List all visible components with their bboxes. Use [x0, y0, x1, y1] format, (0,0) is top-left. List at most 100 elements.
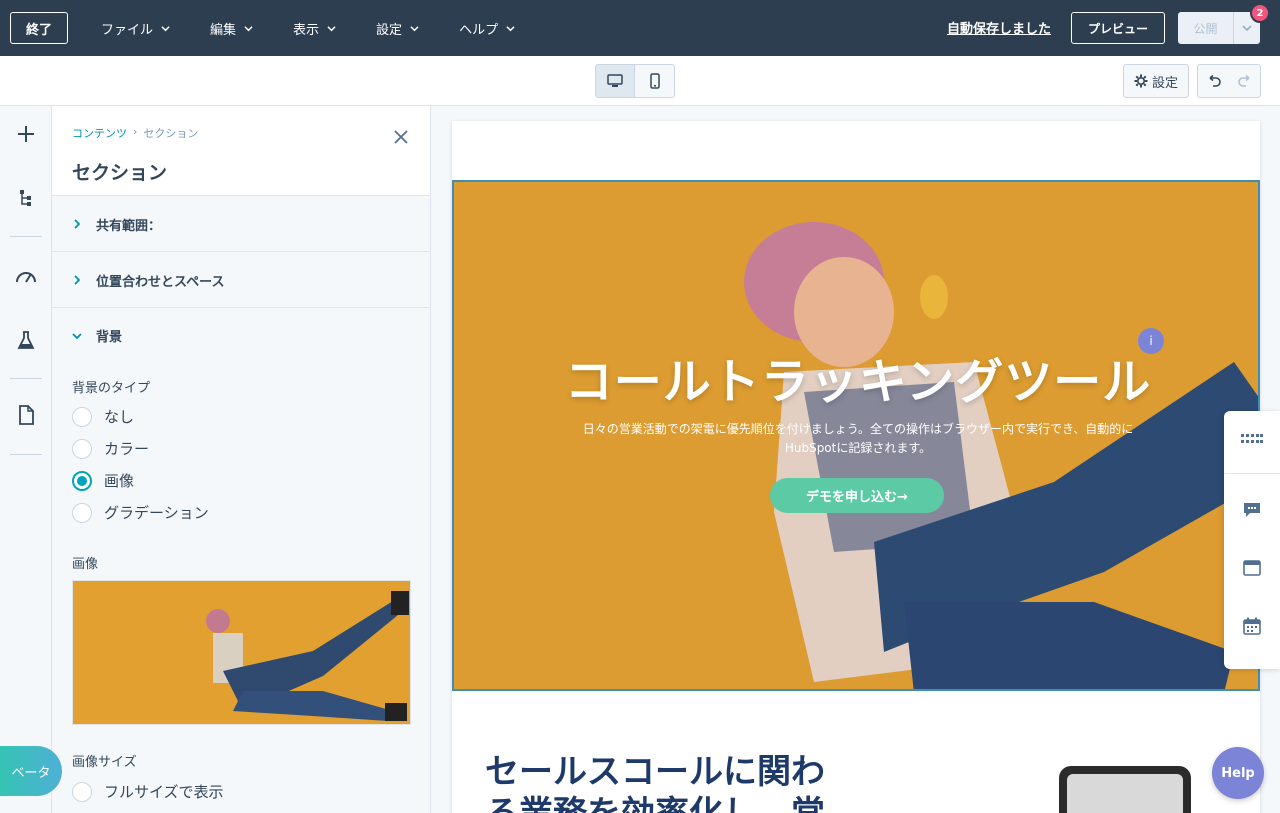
accordion-label: 位置合わせとスペース: [96, 274, 225, 290]
mobile-view-button[interactable]: [635, 65, 674, 97]
hero-subtitle-line2: HubSpotに記録されます。: [784, 441, 932, 455]
preview-window-button[interactable]: [1240, 556, 1264, 580]
breadcrumb: コンテンツ › セクション: [72, 125, 198, 141]
accordion-alignment-spacing[interactable]: 位置合わせとスペース: [52, 253, 430, 308]
accordion-label: 共有範囲：: [96, 218, 162, 234]
rail-divider: [10, 454, 42, 455]
phone-screen: [1067, 774, 1183, 813]
calendar-icon: [1243, 617, 1261, 635]
layout-tree-button[interactable]: [13, 185, 39, 211]
radio-label: フルサイズで表示: [104, 783, 224, 801]
rail-divider: [10, 236, 42, 237]
publish-button[interactable]: 公開: [1178, 12, 1233, 44]
hero-subtitle[interactable]: 日々の営業活動での架電に優先順位を付けましょう。全ての操作はブラウザー内で実行で…: [554, 420, 1162, 458]
menu-view-label: 表示: [293, 22, 320, 38]
close-icon[interactable]: [392, 128, 410, 146]
page-canvas: コールトラッキングツール i 日々の営業活動での架電に優先順位を付けましょう。全…: [431, 106, 1280, 813]
breadcrumb-contents-link[interactable]: コンテンツ: [72, 125, 127, 141]
redo-button[interactable]: [1229, 65, 1260, 97]
undo-redo-group: [1197, 64, 1261, 98]
comments-button[interactable]: [1240, 498, 1264, 522]
radio-label: 画像: [104, 472, 135, 490]
chevron-right-icon: [74, 275, 81, 285]
hero-section[interactable]: コールトラッキングツール i 日々の営業活動での架電に優先順位を付けましょう。全…: [452, 180, 1260, 691]
breadcrumb-separator: ›: [133, 125, 138, 138]
calendar-button[interactable]: [1240, 614, 1264, 638]
menu-settings-label: 設定: [376, 22, 403, 38]
person-photo-thumbnail: [73, 581, 410, 724]
add-module-button[interactable]: [13, 121, 39, 147]
rail-divider: [10, 378, 42, 379]
section-heading[interactable]: セールスコールに関わる業務を効率化し、常: [485, 751, 845, 813]
accordion-sharing-scope[interactable]: 共有範囲：: [52, 197, 430, 252]
preview-button[interactable]: プレビュー: [1071, 12, 1165, 44]
hero-title[interactable]: コールトラッキングツール: [454, 342, 1258, 412]
autosave-status-link[interactable]: 自動保存しました: [947, 18, 1051, 37]
image-size-label: 画像サイズ: [72, 755, 137, 770]
document-icon: [19, 405, 34, 425]
chevron-down-icon: [1242, 25, 1252, 32]
accordion-label: 背景: [96, 330, 123, 345]
radio-background-color[interactable]: カラー: [72, 438, 149, 459]
apps-button[interactable]: [1240, 427, 1264, 451]
undo-button[interactable]: [1198, 65, 1229, 97]
desktop-icon: [607, 74, 623, 87]
chevron-down-icon: [161, 25, 170, 31]
menu-help-label: ヘルプ: [459, 22, 499, 38]
radio-button[interactable]: [72, 438, 92, 459]
top-nav-bar: 終了 ファイル 編集 表示 設定 ヘルプ 自動保存しました プレビュー 公開 2: [0, 0, 1280, 56]
notification-badge[interactable]: 2: [1250, 3, 1270, 23]
background-image-thumbnail[interactable]: [72, 580, 411, 725]
optimize-button[interactable]: [13, 263, 39, 289]
help-button[interactable]: Help: [1212, 747, 1264, 799]
chevron-down-icon: [244, 25, 253, 31]
info-badge[interactable]: i: [1138, 328, 1164, 354]
beta-button[interactable]: ベータ: [0, 746, 62, 796]
panel-header: コンテンツ › セクション セクション: [52, 106, 430, 196]
editor-toolbar: 設定: [0, 56, 1280, 106]
radio-button-selected[interactable]: [72, 470, 92, 491]
left-icon-rail: [0, 106, 52, 813]
page-content-button[interactable]: [13, 402, 39, 428]
radio-background-image[interactable]: 画像: [72, 470, 134, 491]
radio-image-size-full[interactable]: フルサイズで表示: [72, 781, 224, 802]
grid-icon: [1241, 434, 1263, 443]
hero-cta-button[interactable]: デモを申し込む→: [770, 478, 944, 513]
menu-bar: ファイル 編集 表示 設定 ヘルプ: [101, 0, 555, 56]
menu-file[interactable]: ファイル: [101, 19, 170, 38]
background-type-label: 背景のタイプ: [72, 381, 151, 396]
menu-edit-label: 編集: [210, 22, 237, 38]
chevron-down-icon: [327, 25, 336, 31]
radio-label: グラデーション: [104, 504, 209, 522]
radio-label: カラー: [104, 440, 150, 458]
menu-settings[interactable]: 設定: [376, 19, 419, 38]
gauge-icon: [16, 272, 36, 283]
image-label: 画像: [72, 557, 99, 572]
menu-view[interactable]: 表示: [293, 19, 336, 38]
radio-button[interactable]: [72, 781, 92, 802]
right-tools-divider: [1224, 473, 1280, 474]
menu-file-label: ファイル: [101, 22, 154, 38]
chevron-down-icon: [72, 332, 82, 339]
radio-label: なし: [104, 408, 135, 426]
phone-image: [1059, 766, 1191, 813]
right-tools-panel: [1224, 411, 1280, 669]
undo-icon: [1208, 75, 1221, 87]
radio-button[interactable]: [72, 502, 92, 523]
publish-button-group: 公開: [1178, 12, 1260, 44]
accordion-background[interactable]: 背景: [52, 308, 430, 363]
menu-help[interactable]: ヘルプ: [459, 19, 515, 38]
desktop-view-button[interactable]: [596, 65, 636, 97]
radio-button[interactable]: [72, 406, 92, 427]
radio-background-none[interactable]: なし: [72, 406, 134, 427]
exit-button[interactable]: 終了: [10, 12, 68, 44]
hero-subtitle-line1: 日々の営業活動での架電に優先順位を付けましょう。全ての操作はブラウザー内で実行で…: [582, 422, 1134, 436]
page-settings-button[interactable]: 設定: [1123, 64, 1189, 98]
test-button[interactable]: [13, 327, 39, 353]
device-toggle: [595, 64, 675, 98]
gear-icon: [1134, 74, 1148, 88]
plus-icon: [18, 126, 34, 142]
menu-edit[interactable]: 編集: [210, 19, 253, 38]
radio-background-gradient[interactable]: グラデーション: [72, 502, 209, 523]
breadcrumb-current: セクション: [143, 127, 199, 140]
